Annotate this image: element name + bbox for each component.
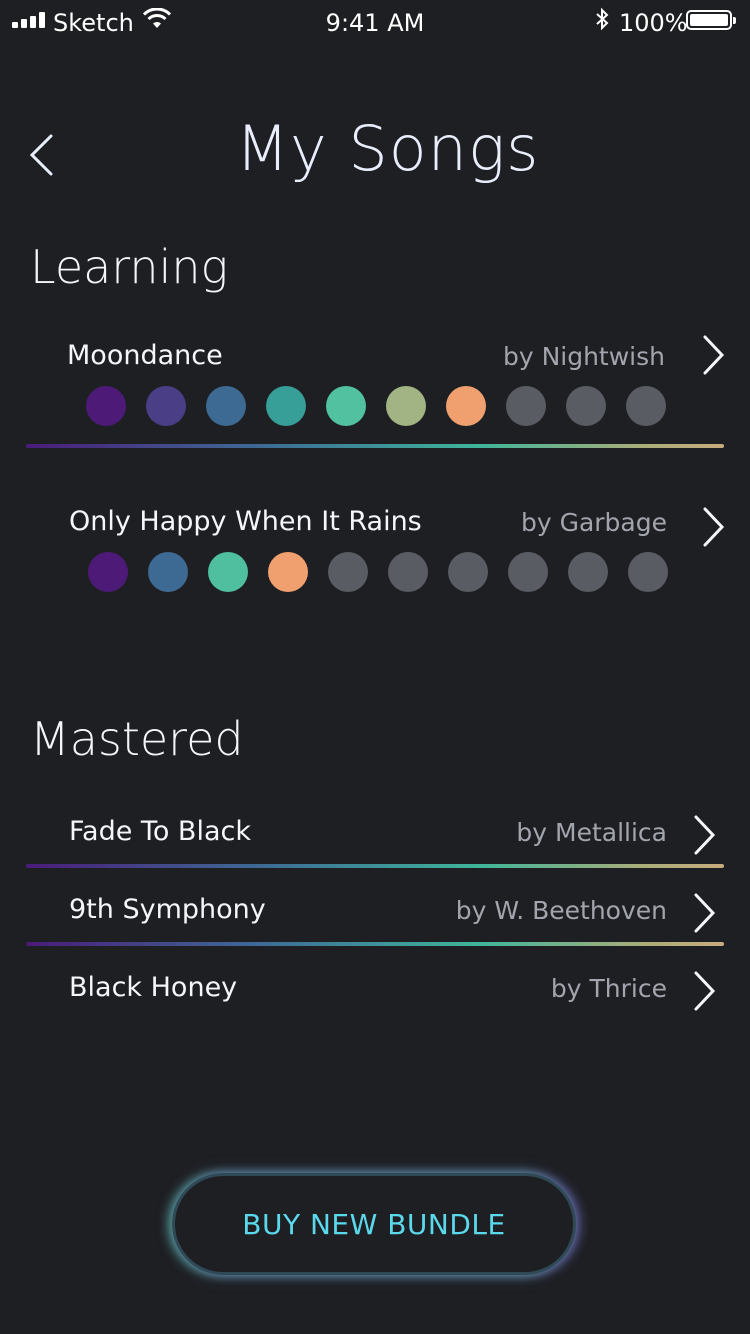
- buy-button-label: BUY NEW BUNDLE: [242, 1207, 506, 1241]
- progress-dot: [626, 386, 666, 426]
- progress-dot: [508, 552, 548, 592]
- chevron-right-icon: [703, 507, 725, 547]
- buy-new-bundle-button[interactable]: BUY NEW BUNDLE: [172, 1173, 576, 1275]
- progress-dot: [568, 552, 608, 592]
- progress-divider: [26, 444, 724, 448]
- chevron-right-icon: [694, 971, 716, 1011]
- song-row-learning-0[interactable]: Moondance by Nightwish: [0, 330, 750, 460]
- section-title-learning: Learning: [30, 240, 229, 294]
- progress-dot: [628, 552, 668, 592]
- progress-dot: [448, 552, 488, 592]
- song-name: Only Happy When It Rains: [69, 506, 422, 537]
- battery-percent: 100%: [619, 9, 688, 37]
- chevron-right-icon: [694, 815, 716, 855]
- progress-dot: [146, 386, 186, 426]
- progress-dot: [266, 386, 306, 426]
- row-divider: [26, 942, 724, 946]
- progress-dot: [326, 386, 366, 426]
- progress-dot: [86, 386, 126, 426]
- song-row-learning-1[interactable]: Only Happy When It Rains by Garbage: [0, 496, 750, 606]
- song-name: 9th Symphony: [69, 894, 266, 925]
- progress-dot: [148, 552, 188, 592]
- progress-dot: [386, 386, 426, 426]
- progress-dot: [446, 386, 486, 426]
- progress-dot: [88, 552, 128, 592]
- progress-dot: [206, 386, 246, 426]
- progress-dot: [328, 552, 368, 592]
- status-bar: Sketch 9:41 AM 100%: [0, 0, 750, 44]
- progress-dots: [88, 552, 668, 592]
- song-row-mastered-2[interactable]: Black Honey by Thrice: [0, 966, 750, 1026]
- song-artist: by Garbage: [520, 508, 667, 537]
- song-artist: by W. Beethoven: [455, 896, 667, 925]
- row-divider: [26, 864, 724, 868]
- song-name: Moondance: [67, 340, 223, 371]
- chevron-right-icon: [703, 335, 725, 375]
- progress-dot: [268, 552, 308, 592]
- song-name: Black Honey: [69, 972, 238, 1003]
- progress-dot: [208, 552, 248, 592]
- song-name: Fade To Black: [69, 816, 251, 847]
- progress-dot: [506, 386, 546, 426]
- battery-icon: [686, 10, 736, 30]
- page-title: My Songs: [235, 112, 540, 185]
- song-artist: by Thrice: [550, 974, 667, 1003]
- progress-dot: [566, 386, 606, 426]
- chevron-right-icon: [694, 893, 716, 933]
- section-title-mastered: Mastered: [30, 712, 244, 766]
- song-row-mastered-1[interactable]: 9th Symphony by W. Beethoven: [0, 888, 750, 948]
- bluetooth-icon: [596, 7, 609, 31]
- song-artist: by Metallica: [516, 818, 667, 847]
- progress-dots: [86, 386, 666, 426]
- progress-dot: [388, 552, 428, 592]
- song-artist: by Nightwish: [502, 342, 665, 371]
- song-row-mastered-0[interactable]: Fade To Black by Metallica: [0, 810, 750, 870]
